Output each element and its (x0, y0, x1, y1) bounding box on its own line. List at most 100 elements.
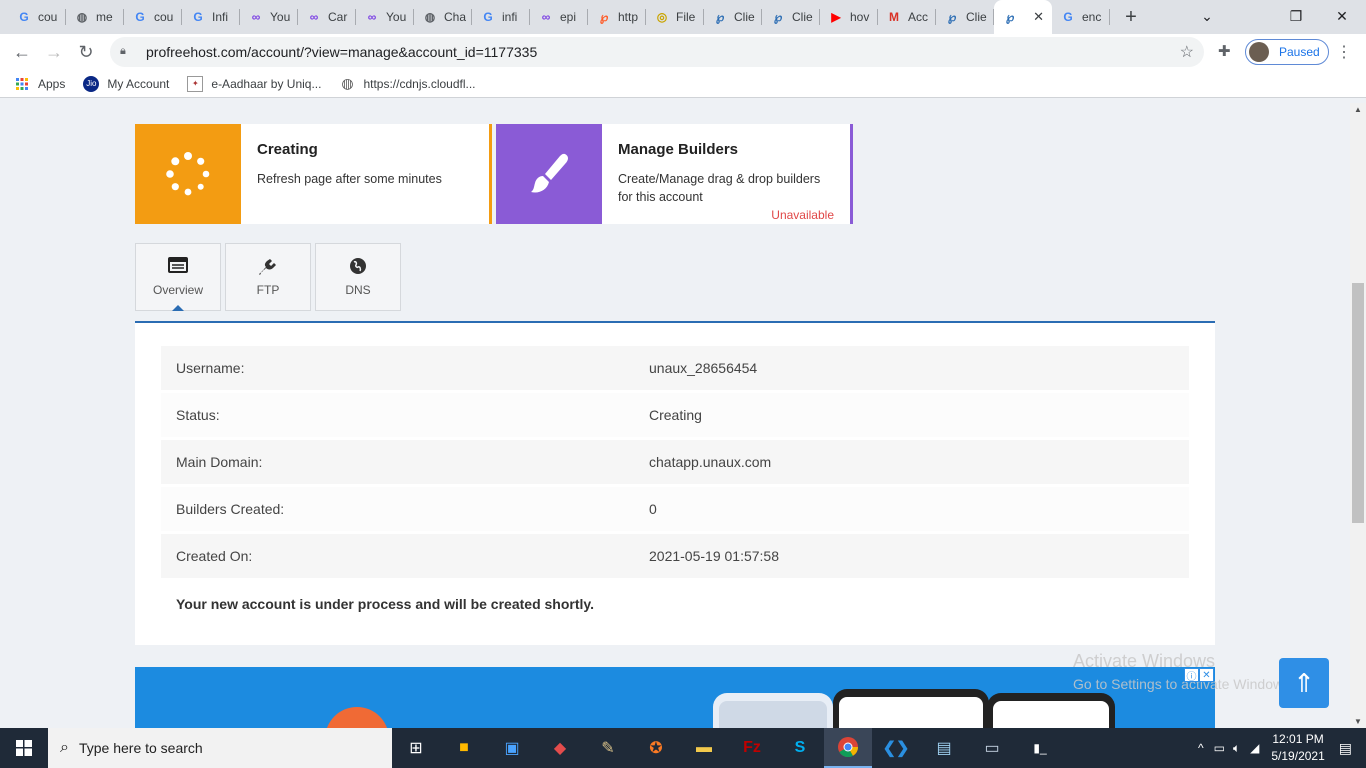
network-tool-icon[interactable]: ▣ (488, 728, 536, 768)
detail-key: Username: (176, 360, 245, 376)
forward-button[interactable]: → (38, 36, 70, 68)
tab-dns[interactable]: DNS (315, 243, 401, 311)
bookmark-cdnjs[interactable]: ◍ https://cdnjs.cloudfl... (339, 75, 475, 92)
skype-icon[interactable]: S (776, 728, 824, 768)
clock[interactable]: 12:01 PM 5/19/2021 (1271, 731, 1324, 765)
clock-date: 5/19/2021 (1271, 749, 1325, 763)
chevron-up-icon[interactable]: ^ (1198, 741, 1204, 755)
detail-value: 0 (649, 501, 657, 517)
browser-tab[interactable]: ℘ http (588, 0, 646, 34)
browser-tab[interactable]: Gcou (8, 0, 66, 34)
wifi-icon[interactable]: ◢ (1250, 741, 1259, 755)
tab-favicon-icon: G (483, 10, 493, 24)
new-tab-button[interactable]: + (1116, 0, 1146, 34)
taskbar-search-box[interactable]: ⌕ Type here to search (48, 728, 392, 768)
page-scrollbar[interactable]: ▲ ▼ (1350, 103, 1366, 728)
browser-tab[interactable]: ▶ hov (820, 0, 878, 34)
profile-status: Paused (1279, 45, 1320, 59)
close-window-button[interactable]: ✕ (1322, 0, 1362, 32)
browser-tab[interactable]: M Acc (878, 0, 936, 34)
notepad-icon[interactable]: ▤ (920, 728, 968, 768)
tab-favicon-icon: M (889, 10, 899, 24)
browser-tab[interactable]: Ginfi (472, 0, 530, 34)
tab-favicon-icon: ∞ (367, 10, 377, 24)
bookmark-e-aadhaar[interactable]: ✦ e-Aadhaar by Uniq... (187, 75, 322, 92)
browser-tab[interactable]: ◎ File (646, 0, 704, 34)
remote-desktop-icon[interactable]: ▭ (968, 728, 1016, 768)
tab-title: File (676, 10, 696, 24)
anydesk-icon[interactable]: ◆ (536, 728, 584, 768)
browser-tab[interactable]: ℘ Clie (936, 0, 994, 34)
browser-tab[interactable]: Genc (1052, 0, 1110, 34)
url-text: profreehost.com/account/?view=manage&acc… (146, 44, 538, 60)
back-button[interactable]: ← (6, 36, 38, 68)
chrome-icon[interactable] (824, 728, 872, 768)
tab-ftp[interactable]: FTP (225, 243, 311, 311)
scroll-to-top-button[interactable]: ⇑ (1279, 658, 1329, 708)
ad-choices[interactable]: ⓘ ✕ (1184, 668, 1214, 683)
paint-icon[interactable]: ✎ (584, 728, 632, 768)
vscode-icon[interactable]: ❮❯ (872, 728, 920, 768)
task-view-icon[interactable]: ⊞ (392, 728, 440, 768)
browser-tab[interactable]: ∞ epi (530, 0, 588, 34)
scroll-up-icon[interactable]: ▲ (1354, 105, 1362, 114)
windows-logo-icon (16, 740, 32, 756)
filezilla-icon[interactable]: Fz (728, 728, 776, 768)
ad-close-icon[interactable]: ✕ (1199, 668, 1214, 682)
tab-overview[interactable]: Overview (135, 243, 221, 311)
scroll-down-icon[interactable]: ▼ (1354, 717, 1362, 726)
bookmark-my-account[interactable]: Jio My Account (83, 75, 169, 92)
browser-menu-icon[interactable]: ⋮ (1336, 42, 1352, 62)
tab-favicon-icon: G (1063, 10, 1073, 24)
store-icon[interactable]: ■ (440, 728, 488, 768)
account-details-panel: Username: unaux_28656454 Status: Creatin… (135, 321, 1215, 645)
browser-tab[interactable]: G Infi (182, 0, 240, 34)
reload-button[interactable]: ↻ (70, 36, 102, 68)
browser-tab[interactable]: ∞ You (356, 0, 414, 34)
terminal-icon[interactable]: ▮_ (1016, 728, 1064, 768)
bookmark-apps[interactable]: Apps (14, 76, 65, 92)
browser-tab[interactable]: ◍ me (66, 0, 124, 34)
ad-info-icon[interactable]: ⓘ (1184, 668, 1199, 683)
tab-label: Overview (152, 283, 203, 297)
phone-mockup (987, 693, 1115, 728)
manage-builders-card[interactable]: Manage Builders Create/Manage drag & dro… (496, 124, 853, 224)
bookmark-label: e-Aadhaar by Uniq... (211, 76, 322, 91)
volume-icon[interactable]: 🔈︎ (1233, 741, 1240, 756)
battery-icon[interactable]: ▭ (1214, 741, 1225, 755)
tab-favicon-icon: ℘ (947, 10, 957, 24)
manage-builders-desc: Create/Manage drag & drop builders for t… (618, 172, 821, 204)
close-tab-icon[interactable]: ✕ (1033, 9, 1044, 25)
notifications-icon[interactable]: ▤ (1339, 740, 1352, 757)
browser-tab[interactable]: ∞ Car (298, 0, 356, 34)
scrollbar-thumb[interactable] (1352, 283, 1364, 523)
browser-tab-active[interactable]: ℘ ✕ (994, 0, 1052, 34)
url-omnibox[interactable]: 🔒︎ profreehost.com/account/?view=manage&… (110, 37, 1204, 67)
browser-tab[interactable]: Gcou (124, 0, 182, 34)
spinner-icon-box (135, 124, 241, 224)
xampp-icon[interactable]: ✪ (632, 728, 680, 768)
start-button[interactable] (0, 728, 48, 768)
tab-favicon-icon: ∞ (541, 10, 551, 24)
promo-banner[interactable] (135, 667, 1215, 728)
browser-tab[interactable]: ℘ Clie (762, 0, 820, 34)
profile-button[interactable]: Paused (1245, 39, 1329, 65)
tab-search-icon[interactable]: ⌄ (1192, 0, 1222, 32)
detail-key: Status: (176, 407, 220, 423)
bookmark-star-icon[interactable]: ☆ (1180, 42, 1194, 62)
aadhaar-icon: ✦ (187, 75, 204, 92)
extensions-icon[interactable]: ✚ (1218, 42, 1231, 60)
browser-tab[interactable]: ◍ Cha (414, 0, 472, 34)
search-placeholder: Type here to search (78, 740, 203, 756)
tab-title: http (618, 10, 639, 24)
detail-value: 2021-05-19 01:57:58 (649, 548, 779, 564)
restore-window-button[interactable]: ❐ (1276, 0, 1316, 32)
file-explorer-icon[interactable]: ▬ (680, 728, 728, 768)
browser-tab[interactable]: ∞ You (240, 0, 298, 34)
jio-icon: Jio (83, 75, 100, 92)
apps-grid-icon (14, 76, 30, 92)
bookmarks-bar: Apps Jio My Account ✦ e-Aadhaar by Uniq.… (0, 70, 1366, 98)
phone-mockup (713, 693, 833, 728)
browser-tab[interactable]: ℘ Clie (704, 0, 762, 34)
plug-icon (258, 257, 278, 277)
